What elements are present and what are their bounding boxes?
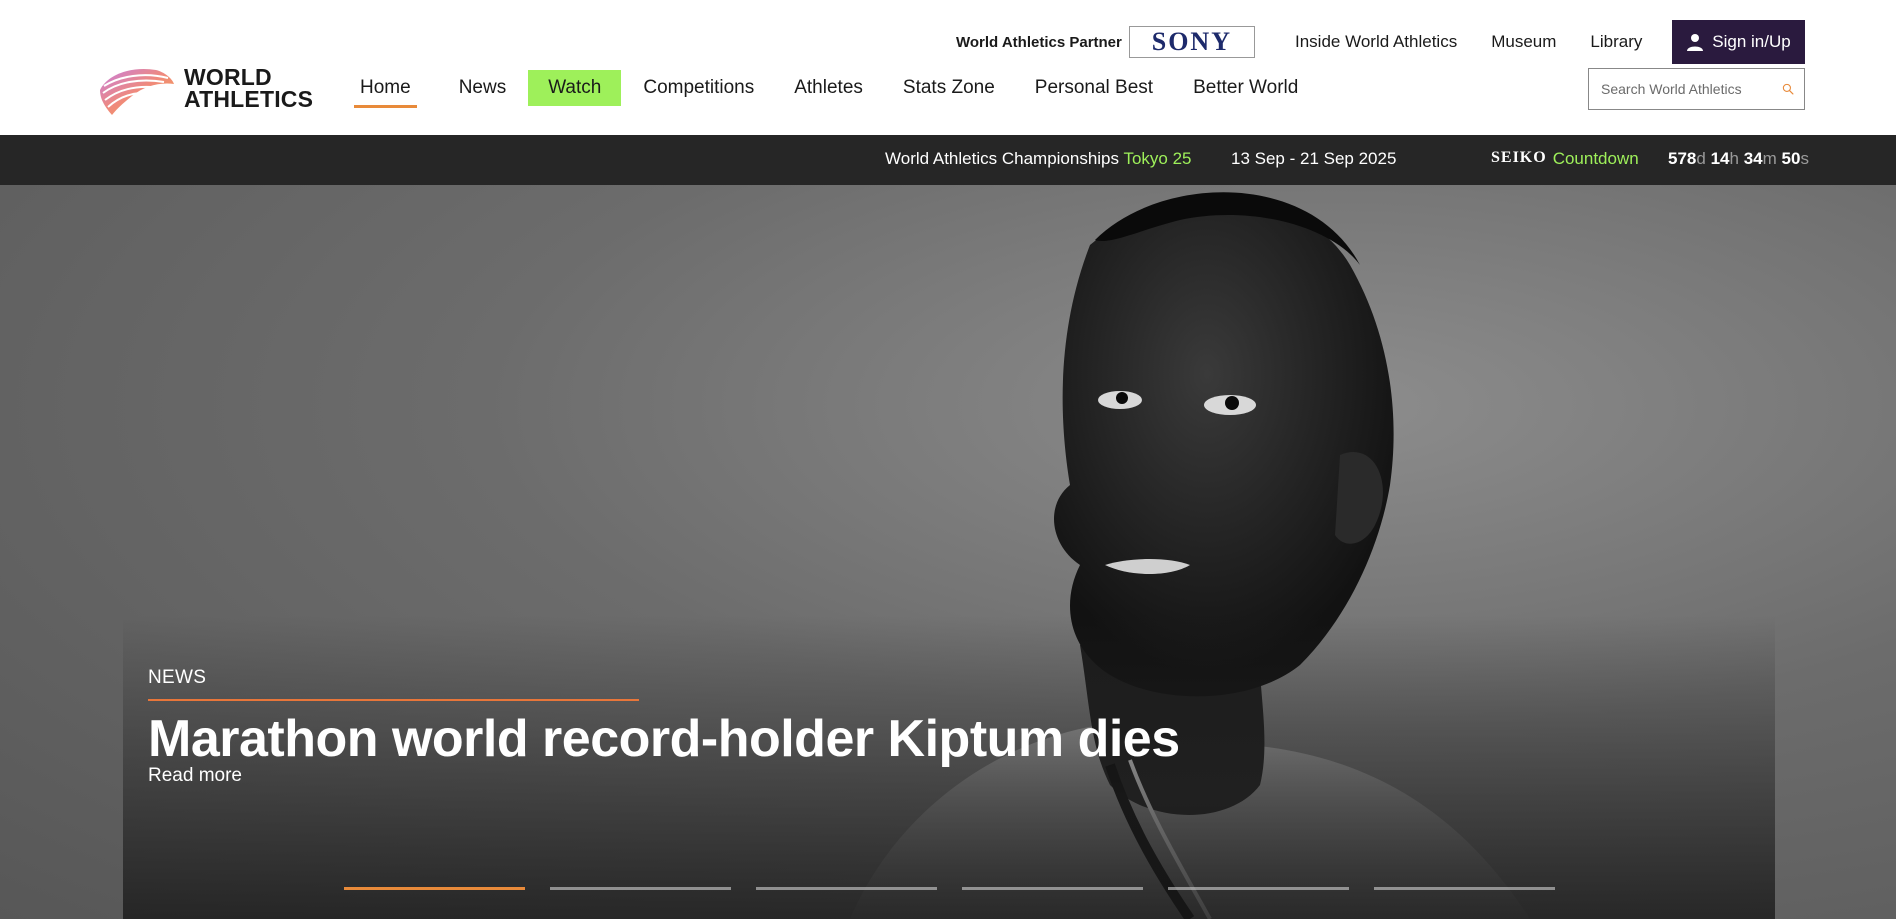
nav-news[interactable]: News: [439, 70, 527, 106]
site-header: WORLD ATHLETICS Home News Watch Competit…: [0, 0, 1896, 135]
read-more-link[interactable]: Read more: [148, 765, 242, 787]
seiko-logo: SEIKO: [1491, 149, 1547, 166]
nav-watch[interactable]: Watch: [528, 70, 622, 106]
sign-in-label: Sign in/Up: [1712, 32, 1791, 51]
main-nav: Home News Watch Competitions Athletes St…: [350, 68, 1318, 108]
logo-line-1: WORLD: [184, 64, 272, 90]
countdown-minutes-unit: m: [1762, 149, 1777, 168]
championship-dates: 13 Sep - 21 Sep 2025: [1231, 149, 1397, 168]
partner-label: World Athletics Partner: [956, 33, 1122, 51]
carousel-indicator[interactable]: [1374, 887, 1555, 890]
world-athletics-logo[interactable]: WORLD ATHLETICS: [94, 60, 324, 116]
partner-block: World Athletics Partner SONY: [956, 26, 1255, 58]
carousel-indicator[interactable]: [550, 887, 731, 890]
carousel-indicator[interactable]: [756, 887, 937, 890]
championship-title: World Athletics Championships Tokyo 25: [885, 149, 1191, 169]
championship-edition: Tokyo 25: [1123, 149, 1192, 168]
nav-better-world[interactable]: Better World: [1173, 70, 1318, 106]
world-athletics-logo-icon: [100, 68, 174, 115]
countdown-hours-unit: h: [1729, 149, 1739, 168]
nav-home[interactable]: Home: [350, 70, 421, 108]
link-inside-world-athletics[interactable]: Inside World Athletics: [1278, 32, 1474, 52]
link-museum[interactable]: Museum: [1474, 32, 1573, 52]
nav-personal-best[interactable]: Personal Best: [1015, 70, 1173, 106]
countdown-label: Countdown: [1552, 149, 1639, 168]
sony-logo[interactable]: SONY: [1128, 26, 1255, 58]
hero-carousel: NEWS Marathon world record-holder Kiptum…: [0, 185, 1896, 919]
championships-banner[interactable]: World Athletics Championships Tokyo 25 1…: [0, 135, 1896, 185]
nav-stats-zone[interactable]: Stats Zone: [883, 70, 1015, 106]
logo-wordmark: WORLD ATHLETICS: [184, 64, 314, 112]
countdown-hours: 14: [1710, 149, 1730, 168]
countdown-sponsor: SEIKO Countdown: [1491, 149, 1639, 169]
countdown-minutes: 34: [1743, 149, 1763, 168]
countdown-timer: 578d 14h 34m 50s: [1668, 149, 1809, 169]
search-box: [1588, 68, 1805, 110]
carousel-indicator[interactable]: [344, 887, 525, 890]
utility-links: Inside World Athletics Museum Library: [1278, 26, 1659, 58]
search-icon[interactable]: [1782, 78, 1794, 100]
nav-competitions[interactable]: Competitions: [623, 70, 774, 106]
logo-line-2: ATHLETICS: [184, 86, 314, 112]
user-icon: [1687, 34, 1704, 51]
hero-headline[interactable]: Marathon world record-holder Kiptum dies: [148, 709, 1180, 769]
championship-name: World Athletics Championships: [885, 149, 1120, 168]
carousel-indicator[interactable]: [962, 887, 1143, 890]
countdown-days-unit: d: [1696, 149, 1706, 168]
countdown-seconds: 50: [1781, 149, 1801, 168]
link-library[interactable]: Library: [1573, 32, 1659, 52]
carousel-indicators: [344, 887, 1555, 890]
hero-category: NEWS: [148, 667, 207, 688]
search-input[interactable]: [1601, 81, 1782, 97]
countdown-days: 578: [1668, 149, 1697, 168]
carousel-indicator[interactable]: [1168, 887, 1349, 890]
hero-category-divider: [148, 699, 639, 701]
countdown-seconds-unit: s: [1800, 149, 1809, 168]
sign-in-button[interactable]: Sign in/Up: [1672, 20, 1805, 64]
nav-athletes[interactable]: Athletes: [774, 70, 883, 106]
